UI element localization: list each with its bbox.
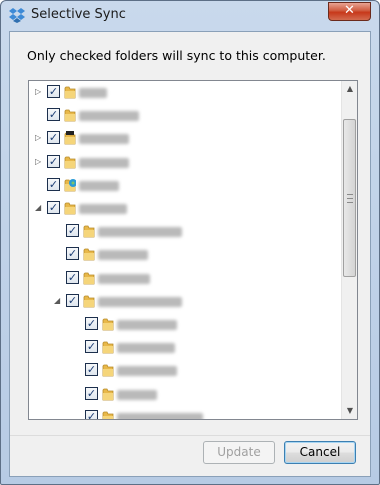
folder-checkbox[interactable]: ✓ xyxy=(66,270,79,284)
selective-sync-window: Selective Sync ✕ Only checked folders wi… xyxy=(0,0,380,485)
folder-checkbox[interactable]: ✓ xyxy=(66,247,79,261)
tree-row[interactable]: ✓ xyxy=(29,245,357,265)
folder-checkbox[interactable]: ✓ xyxy=(85,317,98,330)
tree-row[interactable]: ✓ xyxy=(29,408,357,419)
tree-row[interactable]: ✓ xyxy=(29,106,357,126)
collapsed-arrow-icon[interactable]: ▷ xyxy=(35,133,44,143)
folder-icon xyxy=(83,247,95,261)
folder-tree[interactable]: ▲ ▼ ▷ ✓ ✓ ▷ ✓ ▷ ✓ ✓ ◢ ✓ ✓ ✓ ✓ ◢ ✓ ✓ ✓ ✓ ✓ ✓ xyxy=(28,80,358,420)
folder-checkbox[interactable]: ✓ xyxy=(47,154,60,168)
folder-checkbox[interactable]: ✓ xyxy=(47,177,60,191)
public-folder-icon xyxy=(64,178,77,192)
folder-icon xyxy=(83,294,95,308)
tree-row[interactable]: ✓ xyxy=(29,338,357,358)
tree-row[interactable]: ▷ ✓ xyxy=(29,83,357,103)
folder-checkbox[interactable]: ✓ xyxy=(85,386,98,400)
shared-folder-icon xyxy=(64,131,76,145)
close-icon: ✕ xyxy=(344,3,355,18)
redacted-folder-name xyxy=(117,366,177,377)
cancel-button[interactable]: Cancel xyxy=(284,441,356,464)
folder-icon xyxy=(64,85,76,99)
folder-icon xyxy=(102,387,114,401)
window-title: Selective Sync xyxy=(31,7,126,22)
folder-checkbox[interactable]: ✓ xyxy=(85,409,98,419)
redacted-folder-name xyxy=(79,88,107,98)
instruction-text: Only checked folders will sync to this c… xyxy=(27,48,326,63)
redacted-folder-name xyxy=(117,412,203,419)
collapsed-arrow-icon[interactable]: ▷ xyxy=(35,87,44,97)
title-bar[interactable]: Selective Sync ✕ xyxy=(1,1,379,29)
tree-row[interactable]: ✓ xyxy=(29,315,357,335)
redacted-folder-name xyxy=(117,343,175,354)
redacted-folder-name xyxy=(79,111,139,122)
folder-checkbox[interactable]: ✓ xyxy=(47,85,60,98)
folder-icon xyxy=(64,108,76,122)
tree-row[interactable]: ✓ xyxy=(29,222,357,242)
folder-checkbox[interactable]: ✓ xyxy=(85,340,98,354)
expanded-arrow-icon[interactable]: ◢ xyxy=(35,203,44,213)
redacted-folder-name xyxy=(98,296,182,307)
folder-icon xyxy=(83,224,95,238)
dialog-body: Only checked folders will sync to this c… xyxy=(9,31,371,477)
redacted-folder-name xyxy=(117,320,177,330)
folder-checkbox[interactable]: ✓ xyxy=(66,224,79,238)
folder-icon xyxy=(83,271,95,285)
redacted-folder-name xyxy=(117,389,157,400)
folder-icon xyxy=(102,340,114,354)
update-button[interactable]: Update xyxy=(203,441,275,464)
tree-row[interactable]: ▷ ✓ xyxy=(29,129,357,149)
folder-icon xyxy=(102,363,114,377)
close-button[interactable]: ✕ xyxy=(328,2,371,21)
redacted-folder-name xyxy=(98,273,150,284)
tree-row[interactable]: ✓ xyxy=(29,385,357,405)
folder-icon xyxy=(64,155,76,169)
redacted-folder-name xyxy=(79,204,127,214)
folder-checkbox[interactable]: ✓ xyxy=(47,201,60,214)
folder-icon xyxy=(102,410,114,419)
redacted-folder-name xyxy=(98,227,182,238)
redacted-folder-name xyxy=(79,180,119,191)
expanded-arrow-icon[interactable]: ◢ xyxy=(54,296,63,306)
folder-icon xyxy=(64,201,76,215)
footer-divider xyxy=(10,435,370,436)
tree-row[interactable]: ◢ ✓ xyxy=(29,199,357,219)
folder-checkbox[interactable]: ✓ xyxy=(47,131,60,145)
folder-checkbox[interactable]: ✓ xyxy=(66,293,79,307)
folder-checkbox[interactable]: ✓ xyxy=(85,363,98,377)
redacted-folder-name xyxy=(79,134,129,145)
tree-row[interactable]: ✓ xyxy=(29,269,357,289)
collapsed-arrow-icon[interactable]: ▷ xyxy=(35,157,44,167)
redacted-folder-name xyxy=(98,250,148,261)
dropbox-icon xyxy=(9,8,25,23)
tree-row[interactable]: ▷ ✓ xyxy=(29,153,357,173)
folder-checkbox[interactable]: ✓ xyxy=(47,108,60,122)
folder-icon xyxy=(102,317,114,331)
tree-row[interactable]: ✓ xyxy=(29,176,357,196)
tree-row[interactable]: ◢ ✓ xyxy=(29,292,357,312)
tree-row[interactable]: ✓ xyxy=(29,361,357,381)
redacted-folder-name xyxy=(79,157,129,168)
